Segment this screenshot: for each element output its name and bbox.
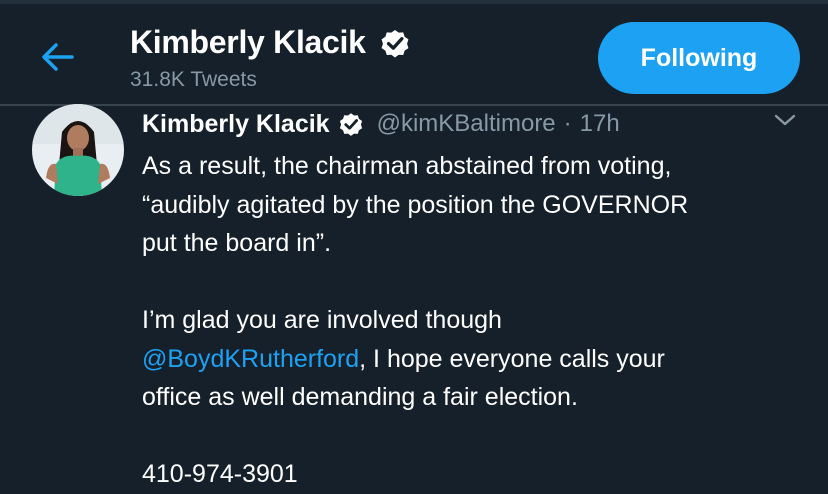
mention-link[interactable]: @BoydKRutherford (142, 345, 359, 373)
tweet-author-handle[interactable]: @kimKBaltimore (377, 110, 556, 138)
tweet-text-fragment: , I hope everyone calls your (359, 344, 665, 373)
separator-dot: · (563, 110, 572, 137)
tweet-text-line: @BoydKRutherford, I hope everyone calls … (142, 340, 822, 379)
tweet-text-line: office as well demanding a fair election… (142, 383, 578, 411)
tweet-timestamp[interactable]: 17h (580, 110, 620, 138)
profile-photo (32, 104, 124, 196)
back-button[interactable] (38, 40, 78, 74)
tweet-text-line: put the board in”. (142, 229, 332, 257)
arrow-left-icon (42, 43, 74, 71)
tweet-text-line: As a result, the chairman abstained from… (142, 152, 672, 180)
verified-badge-icon (339, 113, 362, 136)
header-title-row: Kimberly Klacik (130, 24, 412, 61)
verified-badge-icon (381, 29, 409, 57)
tweet-text-line: I’m glad you are involved though (142, 306, 502, 334)
avatar[interactable] (32, 104, 124, 196)
tweet-count: 31.8K Tweets (130, 68, 257, 91)
phone-number: 410-974-3901 (142, 460, 298, 488)
following-button[interactable]: Following (598, 22, 800, 94)
chevron-down-icon (774, 114, 796, 126)
tweet-menu-button[interactable] (774, 112, 796, 128)
tweet-text: As a result, the chairman abstained from… (142, 147, 822, 494)
page-title: Kimberly Klacik (130, 24, 366, 60)
tweet-header: Kimberly Klacik @kimKBaltimore · 17h (142, 106, 620, 142)
profile-header: Kimberly Klacik 31.8K Tweets Following (0, 4, 828, 102)
tweet-text-line: “audibly agitated by the position the GO… (142, 190, 689, 219)
tweet-author-name[interactable]: Kimberly Klacik (142, 110, 330, 139)
